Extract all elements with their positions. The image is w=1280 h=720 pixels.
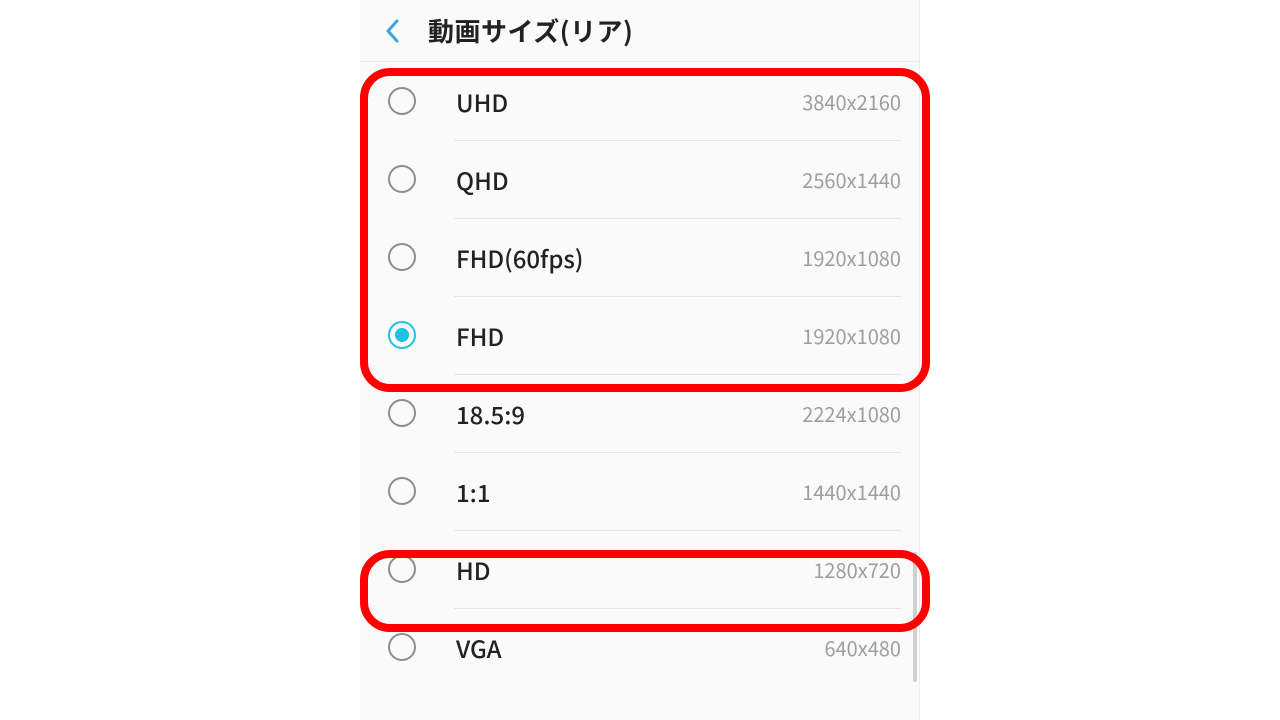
scrollbar[interactable] bbox=[913, 552, 917, 682]
radio-icon bbox=[388, 87, 416, 115]
option-1-1[interactable]: 1:1 1440x1440 bbox=[360, 452, 919, 530]
option-fhd-60fps[interactable]: FHD(60fps) 1920x1080 bbox=[360, 218, 919, 296]
divider bbox=[454, 374, 901, 375]
option-label: 1:1 bbox=[456, 474, 802, 509]
option-resolution: 1920x1080 bbox=[802, 321, 901, 350]
video-size-list: UHD 3840x2160 QHD 2560x1440 FHD(60fps) 1… bbox=[360, 62, 919, 686]
divider bbox=[454, 218, 901, 219]
option-label: FHD bbox=[456, 318, 802, 353]
radio-icon bbox=[388, 477, 416, 505]
option-resolution: 1280x720 bbox=[813, 555, 901, 584]
option-uhd[interactable]: UHD 3840x2160 bbox=[360, 62, 919, 140]
settings-panel: 動画サイズ(リア) UHD 3840x2160 QHD 2560x1440 FH… bbox=[360, 0, 920, 720]
option-label: QHD bbox=[456, 162, 802, 197]
radio-icon bbox=[388, 633, 416, 661]
option-label: HD bbox=[456, 552, 813, 587]
option-resolution: 3840x2160 bbox=[802, 87, 901, 116]
radio-icon bbox=[388, 399, 416, 427]
option-resolution: 1440x1440 bbox=[802, 477, 901, 506]
option-label: FHD(60fps) bbox=[456, 240, 802, 275]
option-resolution: 2224x1080 bbox=[802, 399, 901, 428]
radio-icon bbox=[388, 555, 416, 583]
option-label: VGA bbox=[456, 630, 824, 665]
header-bar: 動画サイズ(リア) bbox=[360, 0, 919, 62]
option-qhd[interactable]: QHD 2560x1440 bbox=[360, 140, 919, 218]
option-resolution: 2560x1440 bbox=[802, 165, 901, 194]
back-icon[interactable] bbox=[382, 15, 402, 47]
radio-icon bbox=[388, 243, 416, 271]
option-hd[interactable]: HD 1280x720 bbox=[360, 530, 919, 608]
divider bbox=[454, 452, 901, 453]
option-vga[interactable]: VGA 640x480 bbox=[360, 608, 919, 686]
page-title: 動画サイズ(リア) bbox=[428, 12, 633, 49]
option-label: UHD bbox=[456, 84, 802, 119]
option-fhd[interactable]: FHD 1920x1080 bbox=[360, 296, 919, 374]
option-resolution: 1920x1080 bbox=[802, 243, 901, 272]
divider bbox=[454, 530, 901, 531]
option-label: 18.5:9 bbox=[456, 396, 802, 431]
radio-icon bbox=[388, 165, 416, 193]
divider bbox=[454, 296, 901, 297]
option-resolution: 640x480 bbox=[824, 633, 901, 662]
divider bbox=[454, 140, 901, 141]
option-18-5-9[interactable]: 18.5:9 2224x1080 bbox=[360, 374, 919, 452]
radio-icon-selected bbox=[388, 321, 416, 349]
divider bbox=[454, 608, 901, 609]
